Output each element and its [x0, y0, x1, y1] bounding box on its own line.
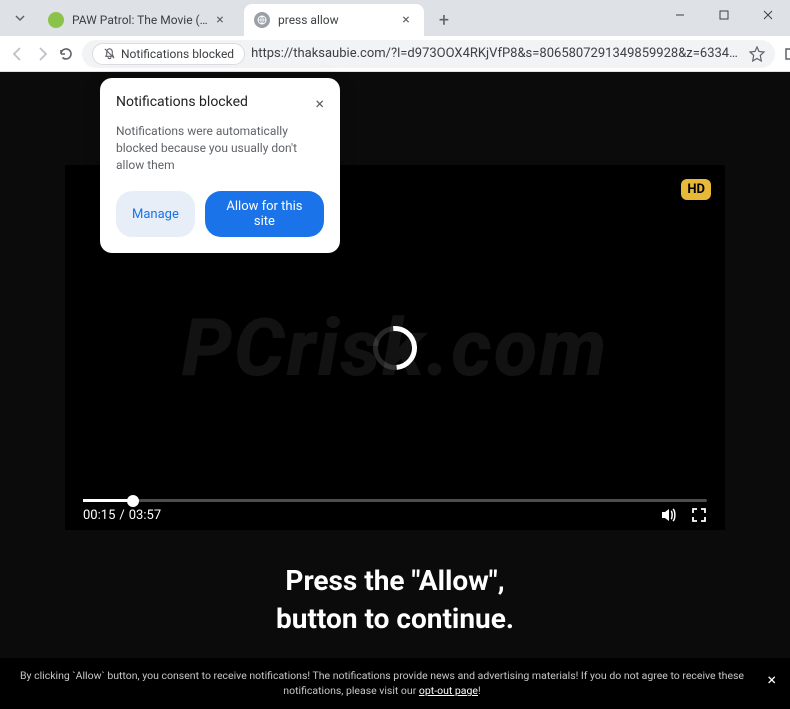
fullscreen-icon[interactable]: [691, 507, 707, 523]
maximize-button[interactable]: [702, 0, 746, 30]
notification-chip-label: Notifications blocked: [121, 47, 234, 61]
volume-icon[interactable]: [659, 506, 677, 524]
window-controls: [658, 0, 790, 30]
tab-favicon: [48, 12, 64, 28]
progress-fill: [83, 499, 133, 502]
consent-text: By clicking `Allow` button, you consent …: [20, 669, 744, 698]
progress-bar[interactable]: [83, 499, 707, 502]
tab-title: press allow: [278, 13, 394, 27]
tab-search-dropdown[interactable]: [8, 6, 32, 30]
globe-icon: [254, 12, 270, 28]
reload-button[interactable]: [58, 40, 74, 68]
popup-body: Notifications were automatically blocked…: [116, 123, 324, 173]
bell-off-icon: [103, 47, 116, 60]
new-tab-button[interactable]: +: [430, 6, 458, 34]
browser-titlebar: PAW Patrol: The Movie (2021) \ × press a…: [0, 0, 790, 36]
allow-button[interactable]: Allow for this site: [205, 191, 324, 237]
tab-inactive[interactable]: PAW Patrol: The Movie (2021) \ ×: [38, 4, 238, 36]
extensions-button[interactable]: [783, 40, 790, 68]
close-icon[interactable]: ×: [767, 668, 776, 692]
minimize-button[interactable]: [658, 0, 702, 30]
notification-blocked-chip[interactable]: Notifications blocked: [92, 43, 245, 65]
notification-blocked-popup: Notifications blocked × Notifications we…: [100, 78, 340, 253]
consent-text-after: !: [478, 684, 481, 697]
close-icon[interactable]: ×: [212, 12, 228, 28]
browser-toolbar: Notifications blocked https://thaksaubie…: [0, 36, 790, 72]
popup-title: Notifications blocked: [116, 94, 248, 110]
hd-badge: HD: [681, 179, 711, 200]
time-current: 00:15: [83, 508, 115, 523]
close-window-button[interactable]: [746, 0, 790, 30]
tab-active[interactable]: press allow ×: [244, 4, 424, 36]
back-button[interactable]: [10, 40, 26, 68]
bookmark-star-icon[interactable]: [749, 46, 765, 62]
message-line-2: button to continue.: [0, 600, 790, 638]
time-separator: /: [119, 508, 124, 523]
player-controls: 00:15 / 03:57: [83, 506, 707, 524]
message-line-1: Press the "Allow",: [0, 562, 790, 600]
url-text: https://thaksaubie.com/?l=d973OOX4RKjVfP…: [251, 46, 743, 61]
time-total: 03:57: [129, 508, 161, 523]
address-bar[interactable]: Notifications blocked https://thaksaubie…: [82, 40, 775, 68]
forward-button[interactable]: [34, 40, 50, 68]
time-display: 00:15 / 03:57: [83, 508, 161, 523]
opt-out-link[interactable]: opt-out page: [419, 684, 478, 697]
close-icon[interactable]: ×: [398, 12, 414, 28]
consent-bar: By clicking `Allow` button, you consent …: [0, 658, 790, 709]
scam-message: Press the "Allow", button to continue.: [0, 562, 790, 638]
manage-button[interactable]: Manage: [116, 191, 195, 237]
progress-thumb[interactable]: [127, 495, 139, 507]
close-icon[interactable]: ×: [315, 94, 324, 113]
tab-title: PAW Patrol: The Movie (2021) \: [72, 13, 208, 27]
